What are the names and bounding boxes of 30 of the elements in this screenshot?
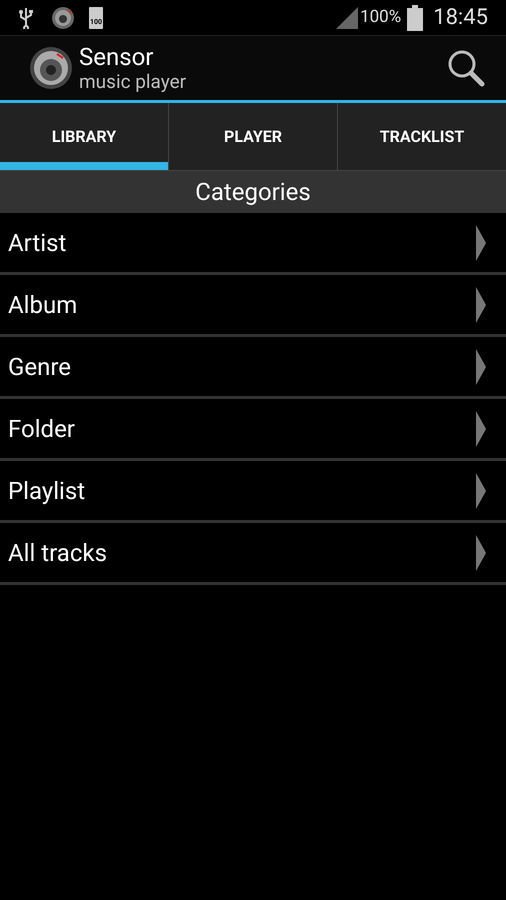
category-row[interactable]: Folder <box>0 399 506 461</box>
chevron-icon <box>476 534 486 570</box>
clock: 18:45 <box>433 4 488 32</box>
category-label: Artist <box>8 228 68 258</box>
category-row[interactable]: Album <box>0 275 506 337</box>
speaker-icon <box>51 6 75 30</box>
category-label: Album <box>8 290 78 320</box>
chevron-icon <box>476 472 486 508</box>
category-label: Playlist <box>8 476 86 506</box>
section-header: Categories <box>0 170 506 213</box>
speaker-icon[interactable] <box>29 46 73 90</box>
category-row[interactable]: Artist <box>0 213 506 275</box>
chevron-icon <box>476 348 486 384</box>
battery-icon <box>407 4 424 30</box>
chevron-icon <box>476 224 486 260</box>
battery-percent: 100% <box>360 6 402 29</box>
category-row[interactable]: All tracks <box>0 523 506 585</box>
chevron-icon <box>476 286 486 322</box>
signal-icon <box>336 6 358 28</box>
search-icon[interactable] <box>446 48 486 88</box>
usb-icon <box>18 6 34 28</box>
app-subtitle: music player <box>79 72 186 91</box>
chevron-icon <box>476 410 486 446</box>
category-row[interactable]: Playlist <box>0 461 506 523</box>
tab[interactable]: LIBRARY <box>0 103 168 170</box>
category-label: Genre <box>8 352 72 382</box>
category-label: Folder <box>8 414 76 444</box>
app-title: Sensor <box>79 45 154 69</box>
category-row[interactable]: Genre <box>0 337 506 399</box>
category-label: All tracks <box>8 538 108 568</box>
